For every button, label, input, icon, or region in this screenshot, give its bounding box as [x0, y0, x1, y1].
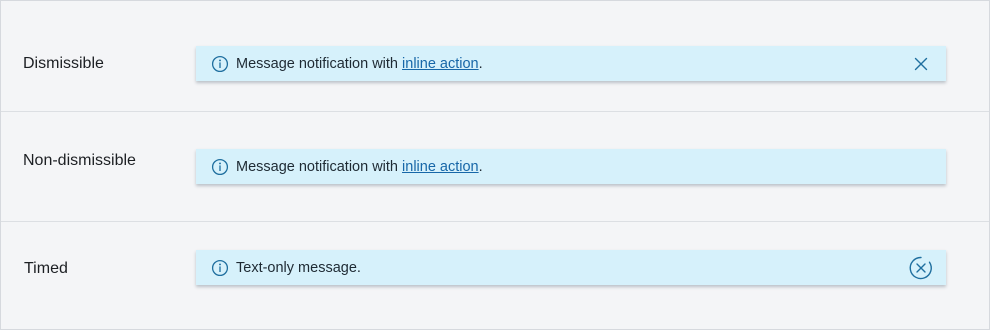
- notification-message: Message notification with inline action.: [236, 158, 483, 176]
- inline-action-link[interactable]: inline action: [402, 56, 479, 72]
- notification-message: Text-only message.: [236, 260, 361, 276]
- message-text: Message notification with: [236, 56, 403, 72]
- row-timed: Timed Text-only message.: [1, 222, 989, 330]
- inline-notification: Message notification with inline action.: [196, 46, 946, 81]
- inline-notification: Message notification with inline action.: [196, 149, 946, 184]
- inline-action-link[interactable]: inline action: [402, 159, 479, 175]
- inline-notification: Text-only message.: [196, 250, 946, 285]
- message-text: Message notification with: [236, 159, 403, 175]
- timed-close-icon[interactable]: [908, 255, 934, 281]
- info-icon: [211, 158, 229, 176]
- message-end: .: [478, 159, 483, 175]
- message-end: .: [478, 56, 483, 72]
- row-non-dismissible: Non-dismissible Message notification wit…: [1, 112, 989, 222]
- notification-message: Message notification with inline action.: [236, 55, 483, 73]
- row-label: Dismissible: [23, 55, 104, 72]
- row-dismissible: Dismissible Message notification with in…: [1, 1, 989, 112]
- close-icon[interactable]: [912, 55, 930, 73]
- notification-examples: Dismissible Message notification with in…: [0, 0, 990, 330]
- info-icon: [211, 55, 229, 73]
- info-icon: [211, 259, 229, 277]
- row-label: Timed: [24, 260, 68, 277]
- row-label: Non-dismissible: [23, 152, 136, 169]
